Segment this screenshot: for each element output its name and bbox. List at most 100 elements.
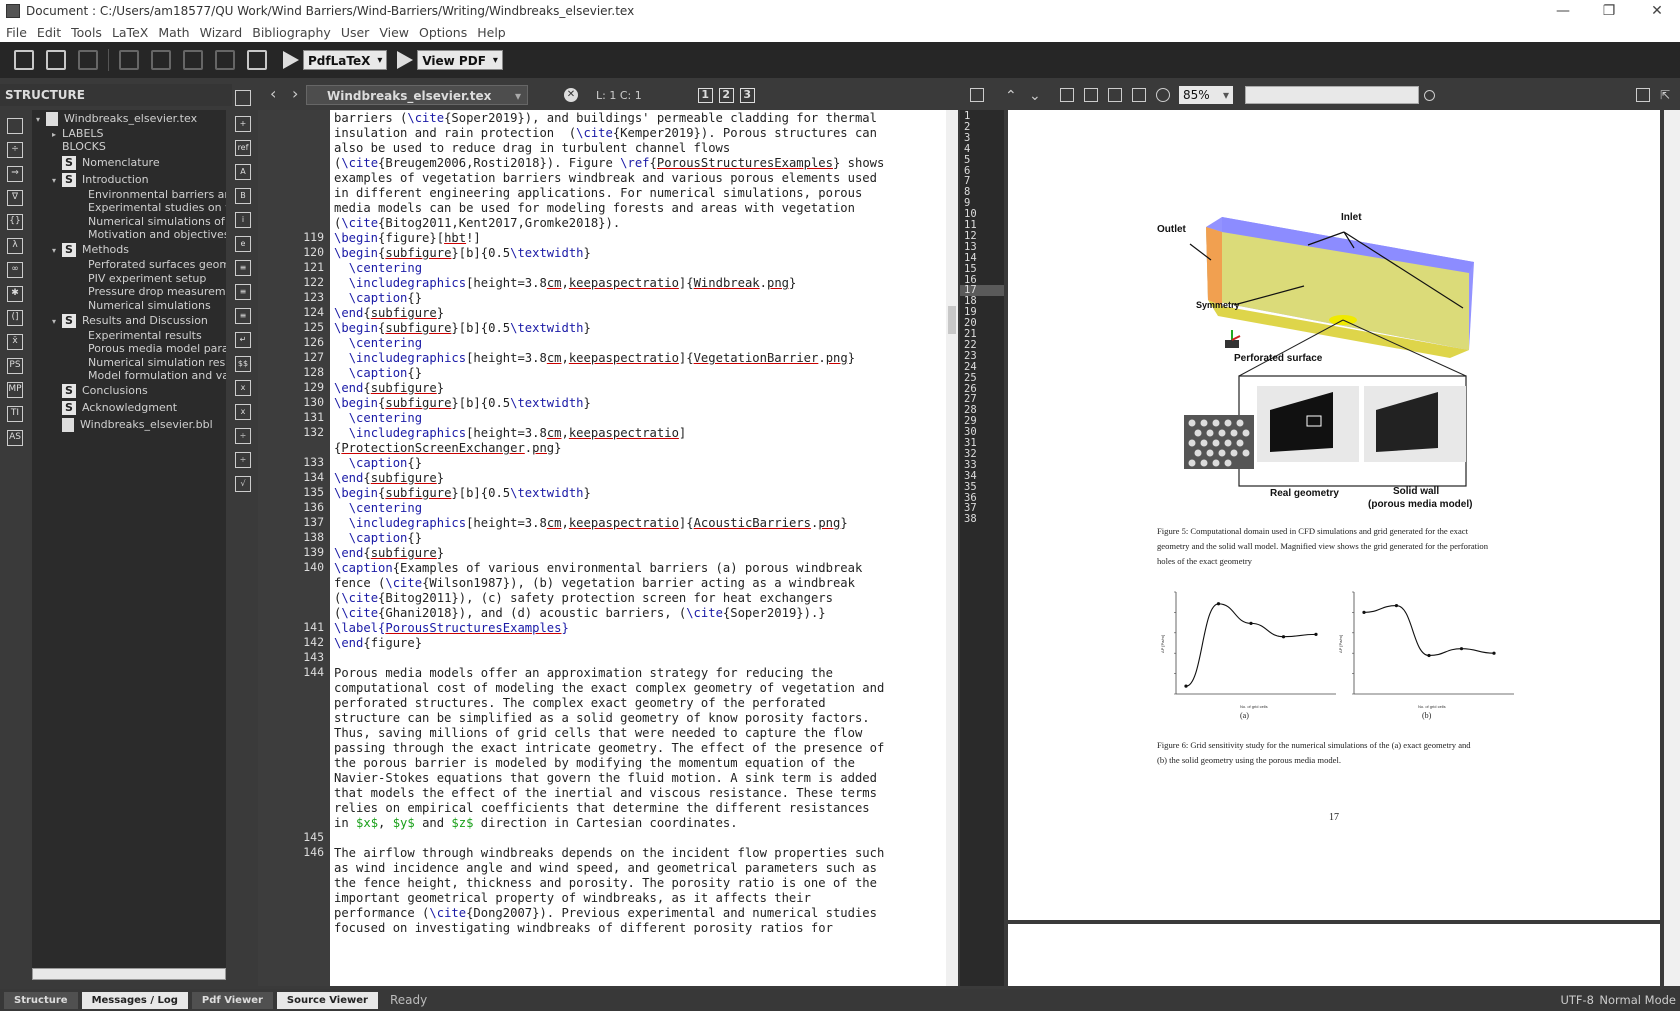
expand-arrow-icon[interactable]: ▾ [52,313,62,330]
zoom-in-icon[interactable] [1108,88,1122,102]
code-line[interactable]: as wind incidence angle and wind speed, … [334,860,877,876]
encoding-indicator[interactable]: UTF-8 [1560,993,1594,1007]
code-line[interactable]: that models the effect of the inertial a… [334,785,877,801]
code-line[interactable]: relies on empirical coefficients that de… [334,800,870,816]
editor-scrollbar[interactable] [946,110,958,986]
misc-math-icon[interactable]: ∞ [7,262,23,278]
tree-item[interactable]: ▾ S Results and Discussion [32,312,226,329]
code-line[interactable]: in $x$, $y$ and $z$ direction in Cartesi… [334,815,738,831]
code-line[interactable]: performance (\cite{Dong2007}). Previous … [334,905,877,921]
asymptote-icon[interactable]: AS [7,430,23,446]
menu-user[interactable]: User [341,25,370,40]
align-left-icon[interactable]: ≡ [235,260,251,276]
menu-bibliography[interactable]: Bibliography [252,25,331,40]
tree-horizontal-scrollbar[interactable] [32,968,226,980]
tree-item[interactable]: ▾ S Introduction [32,171,226,188]
detach-icon[interactable]: ⇱ [1660,88,1674,102]
code-line[interactable]: \begin{subfigure}[b]{0.5\textwidth} [334,320,591,336]
open-file-icon[interactable] [46,50,66,70]
code-line[interactable]: focused on investigating windbreaks of d… [334,920,833,936]
pdf-viewer[interactable]: Outlet Inlet Symmetry Perforated surface… [1004,110,1668,986]
source-viewer-tab[interactable]: Source Viewer [276,991,378,1009]
code-line[interactable]: \caption{} [334,365,422,381]
expand-arrow-icon[interactable]: ▾ [52,242,62,259]
prev-page-icon[interactable]: ⌃ [1005,88,1019,104]
font-size-icon[interactable]: A [235,164,251,180]
viewer-select[interactable]: View PDF [417,50,503,71]
code-line[interactable]: barriers (\cite{Soper2019}), and buildin… [334,110,877,126]
code-line[interactable]: \centering [334,260,422,276]
minimap-line-number[interactable]: 24 [964,361,977,373]
code-line[interactable]: insulation and rain protection (\cite{Ke… [334,125,877,141]
code-line[interactable]: \begin{subfigure}[b]{0.5\textwidth} [334,395,591,411]
code-line[interactable]: {ProtectionScreenExchanger.png} [334,440,561,456]
new-file-icon[interactable] [14,50,34,70]
view-run-icon[interactable] [397,51,414,69]
view-1-button[interactable]: 1 [697,87,713,103]
cut-icon[interactable] [215,50,235,70]
code-line[interactable]: Thus, saving millions of grid cells that… [334,725,862,741]
undo-icon[interactable] [119,50,139,70]
next-page-icon[interactable]: ⌄ [1029,88,1043,104]
label-icon[interactable]: + [235,116,251,132]
emphasis-icon[interactable]: e [235,236,251,252]
menu-options[interactable]: Options [419,25,467,40]
code-line[interactable]: important geometrical property of windbr… [334,890,811,906]
code-line[interactable]: (\cite{Bitog2011,Kent2017,Gromke2018}). [334,215,620,231]
code-line[interactable]: \caption{Examples of various environment… [334,560,862,576]
code-line[interactable]: \centering [334,500,422,516]
menu-wizard[interactable]: Wizard [200,25,243,40]
view-2-button[interactable]: 2 [718,87,734,103]
code-line[interactable]: \includegraphics[height=3.8cm,keepaspect… [334,350,855,366]
code-line[interactable]: perforated structures. The complex exact… [334,695,826,711]
code-line[interactable]: the fence height, thickness and porosity… [334,875,877,891]
code-line[interactable]: examples of vegetation barriers windbrea… [334,170,877,186]
tree-item[interactable]: Environmental barriers and [32,188,226,201]
tree-item[interactable]: Experimental studies on w [32,201,226,214]
code-line[interactable]: \caption{} [334,455,422,471]
eye-icon[interactable] [1156,88,1170,102]
code-line[interactable]: Porous media models offer an approximati… [334,665,833,681]
code-line[interactable]: Navier-Stokes equations that govern the … [334,770,877,786]
pdf-viewer-tab[interactable]: Pdf Viewer [191,991,273,1009]
operator-icon[interactable]: ✱ [7,286,23,302]
zoom-select[interactable]: 85% [1179,86,1233,104]
paste-icon[interactable] [247,50,267,70]
dfrac-icon[interactable]: ÷ [235,452,251,468]
editor-scrollbar-thumb[interactable] [948,306,956,334]
expand-arrow-icon[interactable]: ▸ [52,128,62,141]
sqrt-icon[interactable]: √ [235,476,251,492]
code-line[interactable]: \end{subfigure} [334,380,444,396]
minimap-line-number[interactable]: 14 [964,252,977,264]
structure-icon[interactable] [7,118,23,134]
pstricks-icon[interactable]: PS [7,358,23,374]
code-line[interactable]: \begin{subfigure}[b]{0.5\textwidth} [334,245,591,261]
code-line[interactable]: the porous barrier is modeled by modifyi… [334,755,855,771]
code-line[interactable]: (\cite{Bitog2011}), (c) safety protectio… [334,590,833,606]
structure-tab[interactable]: Structure [4,991,78,1009]
relation-icon[interactable]: ÷ [7,142,23,158]
tree-item[interactable]: Numerical simulations [32,299,226,312]
subscript-icon[interactable]: x [235,380,251,396]
code-line[interactable]: \includegraphics[height=3.8cm,keepaspect… [334,275,797,291]
code-line[interactable]: computational cost of modeling the exact… [334,680,884,696]
minimap-line-number[interactable]: 34 [964,470,977,482]
tree-item[interactable]: Perforated surfaces geome [32,258,226,271]
tree-item[interactable]: Experimental results [32,329,226,342]
messages-log-tab[interactable]: Messages / Log [81,991,188,1009]
toggle-panel-icon[interactable] [235,90,251,106]
code-line[interactable]: \includegraphics[height=3.8cm,keepaspect… [334,425,687,441]
tree-item[interactable]: ▾ Windbreaks_elsevier.tex [32,110,226,127]
code-line[interactable]: structure can be simplified as a solid g… [334,710,870,726]
minimap-line-number[interactable]: 4 [964,143,970,155]
menu-math[interactable]: Math [158,25,189,40]
frac-icon[interactable]: ÷ [235,428,251,444]
code-line[interactable]: also be used to reduce drag in turbulent… [334,140,730,156]
back-arrow-icon[interactable]: ‹ [270,84,276,103]
print-icon[interactable] [1636,88,1650,102]
greek-icon[interactable]: λ [7,238,23,254]
bracket-icon[interactable]: (] [7,310,23,326]
minimize-button[interactable]: — [1540,0,1586,22]
pdf-search-input[interactable] [1245,86,1419,104]
pdf-scrollbar[interactable] [1664,110,1680,986]
